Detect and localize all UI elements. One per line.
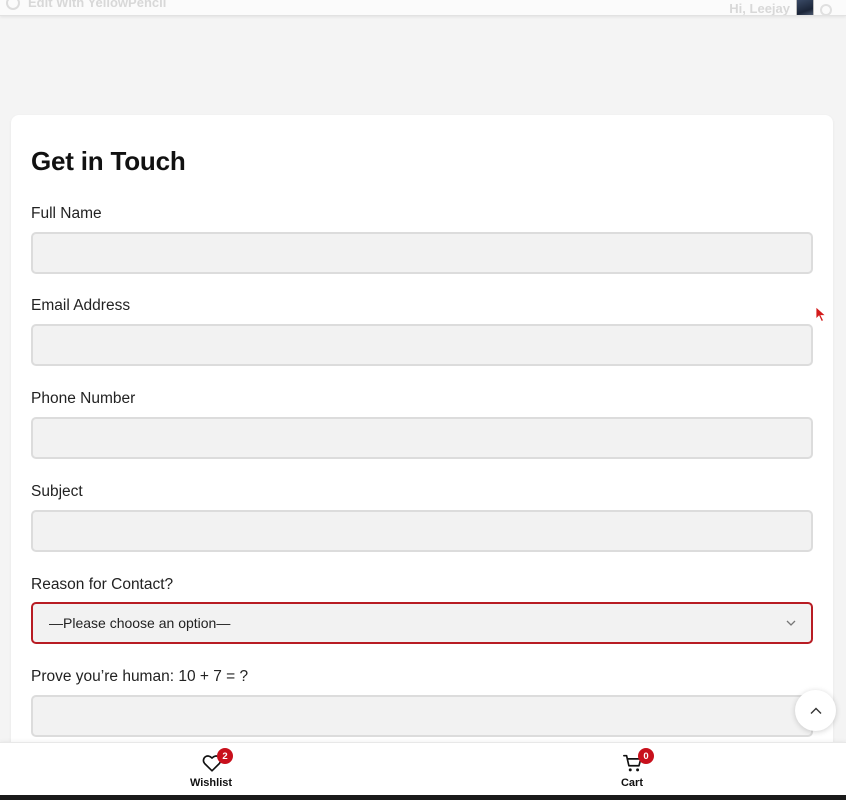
mouse-cursor-icon <box>815 306 827 323</box>
bottom-edge <box>0 795 846 800</box>
scroll-to-top-button[interactable] <box>795 690 836 731</box>
email-field[interactable] <box>31 324 813 366</box>
edit-yellowpencil-label: Edit With YellowPencil <box>28 0 167 10</box>
full-name-field[interactable] <box>31 232 813 274</box>
phone-label: Phone Number <box>31 390 136 407</box>
cart-count-badge: 0 <box>638 748 654 764</box>
full-name-label: Full Name <box>31 205 102 222</box>
phone-field[interactable] <box>31 417 813 459</box>
cart-button[interactable]: 0 Cart <box>572 743 692 800</box>
email-label: Email Address <box>31 297 131 314</box>
chevron-down-icon <box>786 620 796 626</box>
captcha-label: Prove you’re human: 10 + 7 = ? <box>31 668 249 685</box>
reason-select[interactable]: —Please choose an option— <box>31 602 813 644</box>
wishlist-label: Wishlist <box>189 777 233 789</box>
subject-label: Subject <box>31 483 83 500</box>
yellowpencil-icon <box>6 0 20 10</box>
edit-yellowpencil-link[interactable]: Edit With YellowPencil <box>6 0 166 10</box>
reason-label: Reason for Contact? <box>31 576 174 593</box>
captcha-field[interactable] <box>31 695 813 737</box>
avatar <box>796 0 814 15</box>
user-account-menu[interactable]: Hi, Leejay <box>729 0 832 16</box>
mobile-bottom-bar: 2 Wishlist 0 Cart <box>0 742 846 800</box>
reason-select-value: —Please choose an option— <box>49 615 231 631</box>
subject-field[interactable] <box>31 510 813 552</box>
page-title: Get in Touch <box>31 146 186 176</box>
cart-label: Cart <box>620 777 643 789</box>
search-icon[interactable] <box>820 4 832 15</box>
admin-bar: Edit With YellowPencil Hi, Leejay <box>0 0 846 16</box>
wishlist-button[interactable]: 2 Wishlist <box>151 743 271 800</box>
wishlist-count-badge: 2 <box>217 748 233 764</box>
greeting-label: Hi, Leejay <box>729 0 790 16</box>
chevron-up-icon <box>810 707 821 714</box>
